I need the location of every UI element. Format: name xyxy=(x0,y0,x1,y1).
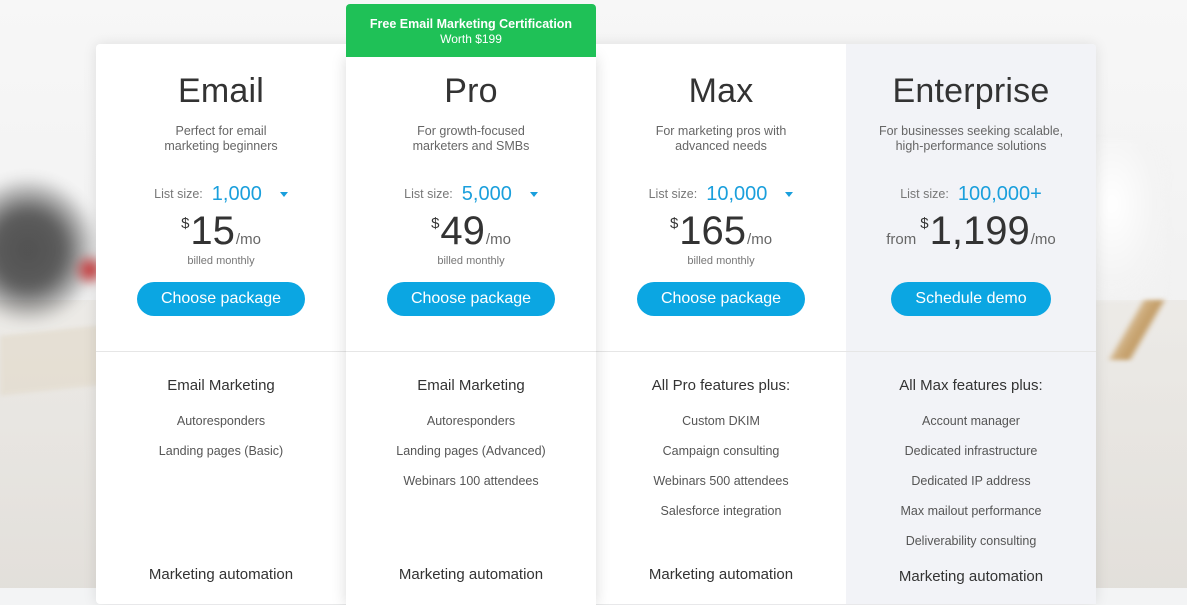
features-list: Email Marketing Autoresponders Landing p… xyxy=(96,377,346,474)
plan-description: For marketing pros with advanced needs xyxy=(596,124,846,154)
feature-item: Landing pages (Advanced) xyxy=(396,444,546,458)
list-size-value[interactable]: 10,000 xyxy=(706,183,767,206)
price-period: /mo xyxy=(1030,231,1056,248)
plan-price: $ 49 /mo xyxy=(346,211,596,255)
price-amount: 1,199 xyxy=(929,209,1030,253)
price-prefix: from xyxy=(886,231,917,248)
feature-item: Custom DKIM xyxy=(682,414,760,428)
section-heading: Marketing automation xyxy=(148,566,294,583)
list-size-value[interactable]: 1,000 xyxy=(212,183,262,206)
ribbon-title: Free Email Marketing Certification xyxy=(369,17,573,31)
features-heading: Email Marketing xyxy=(167,377,275,394)
plan-description-line: For businesses seeking scalable, xyxy=(878,124,1064,138)
price-amount: 49 xyxy=(440,209,485,253)
schedule-demo-button[interactable]: Schedule demo xyxy=(891,282,1051,316)
list-size-selector[interactable]: List size: 10,000 xyxy=(596,179,846,209)
currency-symbol: $ xyxy=(920,215,929,232)
plan-description-line: For marketing pros with xyxy=(655,124,787,138)
list-size-display: List size: 100,000+ xyxy=(846,179,1096,209)
price-period: /mo xyxy=(485,231,511,248)
list-size-label: List size: xyxy=(404,187,453,201)
choose-package-button[interactable]: Choose package xyxy=(136,282,306,316)
feature-item: Landing pages (Basic) xyxy=(158,444,284,458)
plan-description: For growth-focused marketers and SMBs xyxy=(346,124,596,154)
features-heading: Email Marketing xyxy=(417,377,525,394)
list-size-value: 100,000+ xyxy=(957,182,1042,205)
feature-item: Webinars 100 attendees xyxy=(403,474,539,488)
feature-item: Dedicated IP address xyxy=(911,474,1031,488)
certification-ribbon: Free Email Marketing Certification Worth… xyxy=(346,4,596,57)
feature-item: Max mailout performance xyxy=(900,504,1042,518)
plan-description-line: marketing beginners xyxy=(164,139,278,153)
currency-symbol: $ xyxy=(181,215,190,232)
billing-note: billed monthly xyxy=(437,255,505,267)
list-size-label: List size: xyxy=(154,187,203,201)
plan-divider xyxy=(346,351,596,352)
plan-description: For businesses seeking scalable, high-pe… xyxy=(846,124,1096,154)
chevron-down-icon[interactable] xyxy=(529,191,538,197)
features-list: All Pro features plus: Custom DKIM Campa… xyxy=(596,377,846,534)
chevron-down-icon[interactable] xyxy=(785,191,794,197)
feature-item: Salesforce integration xyxy=(660,504,782,518)
plan-price: $ 165 /mo xyxy=(596,211,846,255)
list-size-label: List size: xyxy=(648,187,698,201)
features-heading: All Pro features plus: xyxy=(651,377,791,394)
list-size-value[interactable]: 5,000 xyxy=(462,183,512,206)
plan-name: Enterprise xyxy=(892,72,1050,110)
plan-description: Perfect for email marketing beginners xyxy=(96,124,346,154)
feature-item: Dedicated infrastructure xyxy=(904,444,1038,458)
plan-enterprise: Enterprise For businesses seeking scalab… xyxy=(846,44,1096,604)
feature-item: Deliverability consulting xyxy=(905,534,1037,548)
ribbon-subtitle: Worth $199 xyxy=(440,32,502,46)
billing-note: billed monthly xyxy=(687,255,755,267)
feature-item: Autoresponders xyxy=(426,414,516,428)
currency-symbol: $ xyxy=(431,215,440,232)
list-size-selector[interactable]: List size: 5,000 xyxy=(346,179,596,209)
decor-object xyxy=(0,175,100,325)
feature-item: Autoresponders xyxy=(176,414,266,428)
price-period: /mo xyxy=(747,231,773,248)
pencil-shape xyxy=(1087,300,1187,360)
price-period: /mo xyxy=(235,231,261,248)
feature-item: Campaign consulting xyxy=(662,444,780,458)
plan-description-line: Perfect for email xyxy=(175,124,267,138)
billing-note xyxy=(846,255,1096,269)
choose-package-button[interactable]: Choose package xyxy=(386,282,556,316)
plan-price: $ 15 /mo xyxy=(96,211,346,255)
chevron-down-icon[interactable] xyxy=(279,191,288,197)
feature-item: Account manager xyxy=(922,414,1020,428)
plan-description-line: marketers and SMBs xyxy=(412,139,530,153)
section-heading: Marketing automation xyxy=(898,568,1044,585)
list-size-selector[interactable]: List size: 1,000 xyxy=(96,179,346,209)
price-amount: 15 xyxy=(190,209,235,253)
plan-name: Email xyxy=(177,72,265,110)
plan-description-line: high-performance solutions xyxy=(895,139,1047,153)
section-heading: Marketing automation xyxy=(398,566,544,583)
list-size-label: List size: xyxy=(900,187,949,201)
features-heading: All Max features plus: xyxy=(899,377,1043,394)
feature-item: Webinars 500 attendees xyxy=(653,474,789,488)
section-heading: Marketing automation xyxy=(648,566,794,583)
plan-name: Pro xyxy=(444,72,498,110)
plan-email: Email Perfect for email marketing beginn… xyxy=(96,44,346,604)
plan-max: Max For marketing pros with advanced nee… xyxy=(596,44,846,604)
plan-description-line: For growth-focused xyxy=(417,124,525,138)
notebook-shape xyxy=(0,324,110,396)
plan-name: Max xyxy=(688,72,754,110)
plan-description-line: advanced needs xyxy=(675,139,767,153)
pricing-divider xyxy=(96,351,1096,352)
features-list: Email Marketing Autoresponders Landing p… xyxy=(346,377,596,504)
billing-note: billed monthly xyxy=(187,255,255,267)
price-amount: 165 xyxy=(679,209,747,253)
plan-price: from $ 1,199 /mo xyxy=(846,211,1096,255)
pricing-table: Email Perfect for email marketing beginn… xyxy=(96,44,1096,605)
choose-package-button[interactable]: Choose package xyxy=(636,282,806,316)
plan-pro: Pro For growth-focused marketers and SMB… xyxy=(346,57,596,605)
features-list: All Max features plus: Account manager D… xyxy=(846,377,1096,564)
currency-symbol: $ xyxy=(669,215,679,232)
